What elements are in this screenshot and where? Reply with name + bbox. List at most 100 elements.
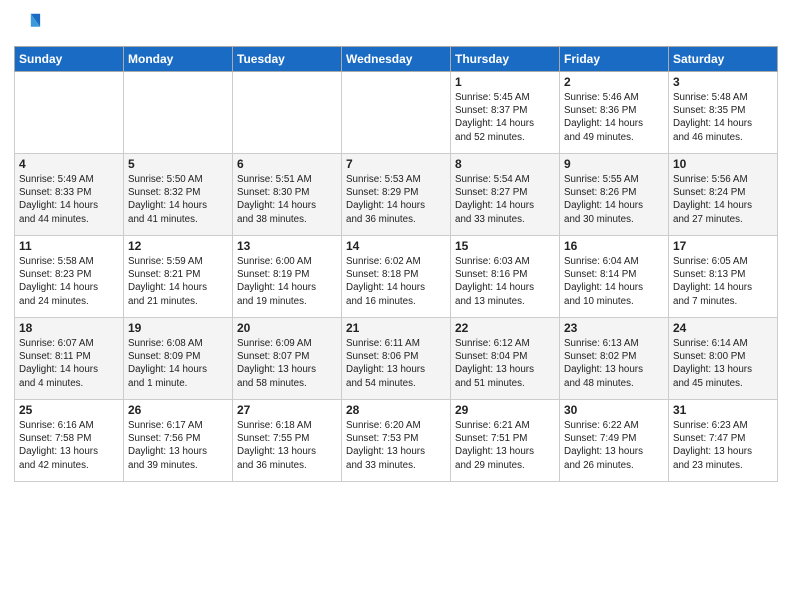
cell-text: Sunrise: 6:14 AM Sunset: 8:00 PM Dayligh… [673,337,773,390]
calendar-cell: 28Sunrise: 6:20 AM Sunset: 7:53 PM Dayli… [342,400,451,482]
day-header-wednesday: Wednesday [342,47,451,72]
day-number: 14 [346,239,446,253]
week-row-1: 1 Sunrise: 5:45 AM Sunset: 8:37 PM Daylig… [15,72,778,154]
day-number: 23 [564,321,664,335]
day-number: 25 [19,403,119,417]
cell-text: Sunrise: 6:05 AM Sunset: 8:13 PM Dayligh… [673,255,773,308]
calendar-cell: 20 Sunrise: 6:09 AM Sunset: 8:07 PM Dayli… [233,318,342,400]
day-number: 28 [346,403,446,417]
cell-text: Sunrise: 6:09 AM Sunset: 8:07 PM Dayligh… [237,337,337,390]
day-number: 4 [19,157,119,171]
calendar-cell: 19 Sunrise: 6:08 AM Sunset: 8:09 PM Dayli… [124,318,233,400]
cell-text: Sunrise: 6:00 AM Sunset: 8:19 PM Dayligh… [237,255,337,308]
cell-text: Sunrise: 6:16 AM Sunset: 7:58 PM Dayligh… [19,419,119,472]
day-number: 13 [237,239,337,253]
logo [14,10,46,38]
calendar-table: SundayMondayTuesdayWednesdayThursdayFrid… [14,46,778,482]
header-row: SundayMondayTuesdayWednesdayThursdayFrid… [15,47,778,72]
day-number: 8 [455,157,555,171]
calendar-cell: 26 Sunrise: 6:17 AM Sunset: 7:56 PM Dayli… [124,400,233,482]
calendar-cell: 6Sunrise: 5:51 AM Sunset: 8:30 PM Daylig… [233,154,342,236]
calendar-cell: 29 Sunrise: 6:21 AM Sunset: 7:51 PM Dayli… [451,400,560,482]
day-number: 29 [455,403,555,417]
day-number: 31 [673,403,773,417]
calendar-cell: 16 Sunrise: 6:04 AM Sunset: 8:14 PM Dayli… [560,236,669,318]
logo-icon [14,10,42,38]
cell-text: Sunrise: 6:17 AM Sunset: 7:56 PM Dayligh… [128,419,228,472]
day-number: 18 [19,321,119,335]
calendar-cell: 2 Sunrise: 5:46 AM Sunset: 8:36 PM Daylig… [560,72,669,154]
cell-text: Sunrise: 5:45 AM Sunset: 8:37 PM Dayligh… [455,91,555,144]
week-row-2: 4 Sunrise: 5:49 AM Sunset: 8:33 PM Daylig… [15,154,778,236]
calendar-cell [15,72,124,154]
day-number: 10 [673,157,773,171]
day-number: 21 [346,321,446,335]
calendar-cell: 5 Sunrise: 5:50 AM Sunset: 8:32 PM Daylig… [124,154,233,236]
cell-text: Sunrise: 6:21 AM Sunset: 7:51 PM Dayligh… [455,419,555,472]
cell-text: Sunrise: 5:46 AM Sunset: 8:36 PM Dayligh… [564,91,664,144]
day-number: 17 [673,239,773,253]
cell-text: Sunrise: 5:49 AM Sunset: 8:33 PM Dayligh… [19,173,119,226]
cell-text: Sunrise: 6:03 AM Sunset: 8:16 PM Dayligh… [455,255,555,308]
cell-text: Sunrise: 6:22 AM Sunset: 7:49 PM Dayligh… [564,419,664,472]
cell-text: Sunrise: 6:12 AM Sunset: 8:04 PM Dayligh… [455,337,555,390]
calendar-cell: 24 Sunrise: 6:14 AM Sunset: 8:00 PM Dayli… [669,318,778,400]
calendar-cell: 17 Sunrise: 6:05 AM Sunset: 8:13 PM Dayli… [669,236,778,318]
day-number: 7 [346,157,446,171]
calendar-cell: 4 Sunrise: 5:49 AM Sunset: 8:33 PM Daylig… [15,154,124,236]
calendar-cell: 30 Sunrise: 6:22 AM Sunset: 7:49 PM Dayli… [560,400,669,482]
day-number: 16 [564,239,664,253]
day-number: 24 [673,321,773,335]
week-row-4: 18 Sunrise: 6:07 AM Sunset: 8:11 PM Dayli… [15,318,778,400]
cell-text: Sunrise: 5:51 AM Sunset: 8:30 PM Dayligh… [237,173,337,226]
calendar-cell: 1 Sunrise: 5:45 AM Sunset: 8:37 PM Daylig… [451,72,560,154]
calendar-cell [233,72,342,154]
week-row-5: 25 Sunrise: 6:16 AM Sunset: 7:58 PM Dayli… [15,400,778,482]
calendar-cell: 21Sunrise: 6:11 AM Sunset: 8:06 PM Dayli… [342,318,451,400]
day-number: 26 [128,403,228,417]
cell-text: Sunrise: 5:58 AM Sunset: 8:23 PM Dayligh… [19,255,119,308]
day-number: 12 [128,239,228,253]
cell-text: Sunrise: 6:04 AM Sunset: 8:14 PM Dayligh… [564,255,664,308]
calendar-cell [124,72,233,154]
cell-text: Sunrise: 6:13 AM Sunset: 8:02 PM Dayligh… [564,337,664,390]
day-number: 11 [19,239,119,253]
day-header-thursday: Thursday [451,47,560,72]
calendar-cell: 15Sunrise: 6:03 AM Sunset: 8:16 PM Dayli… [451,236,560,318]
day-header-sunday: Sunday [15,47,124,72]
calendar-cell: 25 Sunrise: 6:16 AM Sunset: 7:58 PM Dayli… [15,400,124,482]
cell-text: Sunrise: 6:08 AM Sunset: 8:09 PM Dayligh… [128,337,228,390]
calendar-cell: 31 Sunrise: 6:23 AM Sunset: 7:47 PM Dayli… [669,400,778,482]
cell-text: Sunrise: 5:53 AM Sunset: 8:29 PM Dayligh… [346,173,446,226]
calendar-cell: 23 Sunrise: 6:13 AM Sunset: 8:02 PM Dayli… [560,318,669,400]
day-header-saturday: Saturday [669,47,778,72]
calendar-cell [342,72,451,154]
calendar-cell: 14Sunrise: 6:02 AM Sunset: 8:18 PM Dayli… [342,236,451,318]
cell-text: Sunrise: 6:23 AM Sunset: 7:47 PM Dayligh… [673,419,773,472]
calendar-cell: 13 Sunrise: 6:00 AM Sunset: 8:19 PM Dayli… [233,236,342,318]
calendar-cell: 12Sunrise: 5:59 AM Sunset: 8:21 PM Dayli… [124,236,233,318]
cell-text: Sunrise: 5:54 AM Sunset: 8:27 PM Dayligh… [455,173,555,226]
day-number: 19 [128,321,228,335]
day-number: 9 [564,157,664,171]
cell-text: Sunrise: 6:18 AM Sunset: 7:55 PM Dayligh… [237,419,337,472]
cell-text: Sunrise: 5:50 AM Sunset: 8:32 PM Dayligh… [128,173,228,226]
day-number: 20 [237,321,337,335]
day-number: 30 [564,403,664,417]
day-number: 2 [564,75,664,89]
cell-text: Sunrise: 6:07 AM Sunset: 8:11 PM Dayligh… [19,337,119,390]
cell-text: Sunrise: 5:55 AM Sunset: 8:26 PM Dayligh… [564,173,664,226]
day-number: 3 [673,75,773,89]
day-header-tuesday: Tuesday [233,47,342,72]
page-container: SundayMondayTuesdayWednesdayThursdayFrid… [0,0,792,490]
header [14,10,778,38]
cell-text: Sunrise: 5:56 AM Sunset: 8:24 PM Dayligh… [673,173,773,226]
calendar-cell: 3Sunrise: 5:48 AM Sunset: 8:35 PM Daylig… [669,72,778,154]
calendar-cell: 10 Sunrise: 5:56 AM Sunset: 8:24 PM Dayli… [669,154,778,236]
day-header-monday: Monday [124,47,233,72]
calendar-cell: 27Sunrise: 6:18 AM Sunset: 7:55 PM Dayli… [233,400,342,482]
day-number: 1 [455,75,555,89]
day-number: 5 [128,157,228,171]
calendar-cell: 18 Sunrise: 6:07 AM Sunset: 8:11 PM Dayli… [15,318,124,400]
calendar-cell: 8 Sunrise: 5:54 AM Sunset: 8:27 PM Daylig… [451,154,560,236]
